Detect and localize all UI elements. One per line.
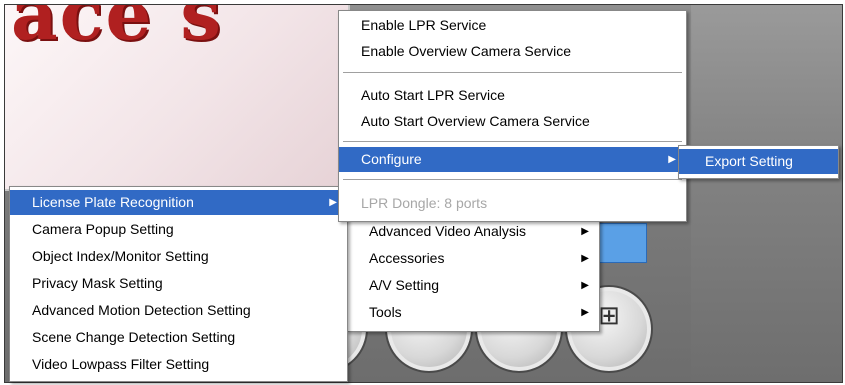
menu-item-label: LPR Dongle: 8 ports — [361, 195, 488, 211]
preview-logo: ace s — [11, 5, 223, 56]
menu-item-label: Tools — [369, 304, 402, 320]
menu-item-tools[interactable]: Tools ▶ — [347, 300, 599, 325]
lpr-context-menu: Enable LPR Service Enable Overview Camer… — [338, 10, 687, 222]
menu-item-label: Advanced Video Analysis — [369, 223, 526, 239]
menu-item-label: Advanced Motion Detection Setting — [32, 302, 251, 318]
configure-submenu: Export Setting — [678, 145, 839, 179]
menu-item-label: Video Lowpass Filter Setting — [32, 356, 210, 372]
menu-item-label: Enable LPR Service — [361, 17, 487, 33]
submenu-arrow-icon: ▶ — [581, 226, 589, 237]
menu-item-label: Configure — [361, 151, 422, 167]
menu-item-object-index-monitor-setting[interactable]: Object Index/Monitor Setting — [10, 244, 347, 269]
menu-item-license-plate-recognition[interactable]: License Plate Recognition ▶ — [10, 190, 347, 215]
menu-separator — [343, 179, 682, 181]
menu-item-auto-start-lpr-service[interactable]: Auto Start LPR Service — [339, 83, 686, 108]
submenu-arrow-icon: ▶ — [581, 307, 589, 318]
menu-item-scene-change-detection-setting[interactable]: Scene Change Detection Setting — [10, 325, 347, 350]
selected-view-tile[interactable] — [593, 223, 647, 263]
menu-item-label: Enable Overview Camera Service — [361, 43, 572, 59]
tools-menu: Advanced Video Analysis ▶ Accessories ▶ … — [346, 216, 600, 332]
menu-item-enable-lpr-service[interactable]: Enable LPR Service — [339, 13, 686, 38]
menu-item-label: Accessories — [369, 250, 445, 266]
menu-item-label: Auto Start Overview Camera Service — [361, 113, 590, 129]
menu-item-label: License Plate Recognition — [32, 194, 194, 210]
menu-item-label: Export Setting — [705, 153, 793, 169]
menu-item-configure[interactable]: Configure ▶ — [339, 147, 686, 172]
menu-separator — [343, 72, 682, 74]
menu-separator — [343, 141, 682, 143]
menu-item-label: Object Index/Monitor Setting — [32, 248, 209, 264]
menu-item-accessories[interactable]: Accessories ▶ — [347, 246, 599, 271]
control-panel-background — [691, 5, 842, 382]
menu-item-lpr-dongle-ports: LPR Dongle: 8 ports — [339, 191, 686, 216]
menu-item-export-setting[interactable]: Export Setting — [679, 149, 838, 174]
menu-item-label: A/V Setting — [369, 277, 440, 293]
submenu-arrow-icon: ▶ — [581, 253, 589, 264]
menu-item-camera-popup-setting[interactable]: Camera Popup Setting — [10, 217, 347, 242]
menu-item-label: Auto Start LPR Service — [361, 87, 505, 103]
submenu-arrow-icon: ▶ — [581, 280, 589, 291]
menu-item-auto-start-overview-camera-service[interactable]: Auto Start Overview Camera Service — [339, 109, 686, 134]
menu-item-advanced-video-analysis[interactable]: Advanced Video Analysis ▶ — [347, 219, 599, 244]
video-preview-panel: ace s — [5, 5, 350, 191]
settings-menu: License Plate Recognition ▶ Camera Popup… — [9, 186, 348, 382]
menu-item-av-setting[interactable]: A/V Setting ▶ — [347, 273, 599, 298]
menu-item-label: Scene Change Detection Setting — [32, 329, 236, 345]
menu-item-advanced-motion-detection-setting[interactable]: Advanced Motion Detection Setting — [10, 298, 347, 323]
menu-item-label: Camera Popup Setting — [32, 221, 174, 237]
menu-item-enable-overview-camera-service[interactable]: Enable Overview Camera Service — [339, 39, 686, 64]
submenu-arrow-icon: ▶ — [329, 197, 337, 208]
menu-item-privacy-mask-setting[interactable]: Privacy Mask Setting — [10, 271, 347, 296]
menu-item-video-lowpass-filter-setting[interactable]: Video Lowpass Filter Setting — [10, 352, 347, 377]
submenu-arrow-icon: ▶ — [668, 154, 676, 165]
menu-item-label: Privacy Mask Setting — [32, 275, 163, 291]
